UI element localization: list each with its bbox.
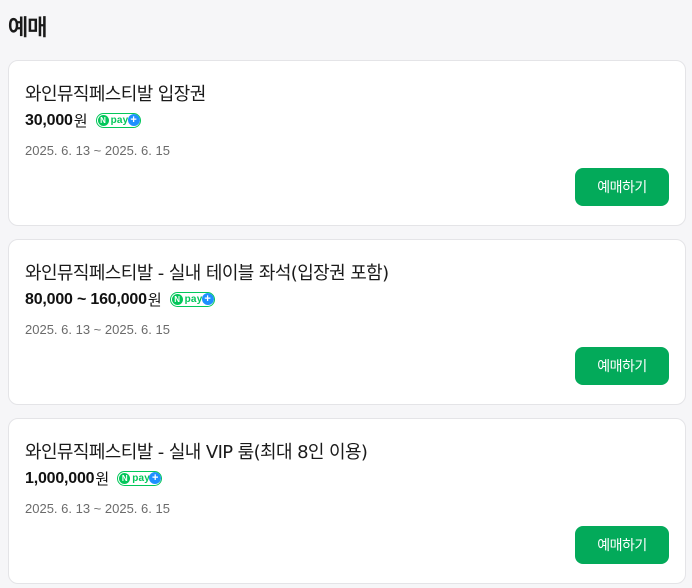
plus-icon: + bbox=[149, 472, 162, 484]
npay-text: pay bbox=[132, 472, 151, 484]
book-button[interactable]: 예매하기 bbox=[575, 168, 669, 206]
npay-plus-badge: N pay + bbox=[117, 471, 163, 486]
ticket-card: 와인뮤직페스티발 입장권 30,000 원 N pay + 2025. 6. 1… bbox=[8, 60, 686, 226]
ticket-dates: 2025. 6. 13 ~ 2025. 6. 15 bbox=[25, 143, 170, 158]
ticket-dates: 2025. 6. 13 ~ 2025. 6. 15 bbox=[25, 322, 170, 337]
currency-label: 원 bbox=[147, 291, 162, 309]
npay-logo-icon: N bbox=[171, 294, 183, 305]
ticket-card: 와인뮤직페스티발 - 실내 테이블 좌석(입장권 포함) 80,000 ~ 16… bbox=[8, 239, 686, 405]
ticket-price: 1,000,000 bbox=[25, 469, 95, 487]
ticket-name: 와인뮤직페스티발 - 실내 테이블 좌석(입장권 포함) bbox=[25, 263, 389, 284]
npay-text: pay bbox=[110, 114, 129, 126]
npay-text: pay bbox=[184, 293, 203, 305]
price-row: 30,000 원 N pay + bbox=[25, 110, 141, 131]
section-title: 예매 bbox=[8, 16, 47, 41]
ticket-card: 와인뮤직페스티발 - 실내 VIP 룸(최대 8인 이용) 1,000,000 … bbox=[8, 418, 686, 584]
ticket-name: 와인뮤직페스티발 입장권 bbox=[25, 84, 206, 105]
plus-icon: + bbox=[201, 293, 214, 305]
book-button[interactable]: 예매하기 bbox=[575, 526, 669, 564]
price-row: 1,000,000 원 N pay + bbox=[25, 468, 163, 489]
currency-label: 원 bbox=[95, 470, 110, 488]
ticket-price: 80,000 ~ 160,000 bbox=[25, 290, 147, 308]
ticket-price: 30,000 bbox=[25, 111, 73, 129]
price-row: 80,000 ~ 160,000 원 N pay + bbox=[25, 289, 215, 310]
npay-plus-badge: N pay + bbox=[95, 113, 141, 128]
npay-plus-badge: N pay + bbox=[169, 292, 215, 307]
npay-logo-icon: N bbox=[119, 473, 131, 484]
book-button[interactable]: 예매하기 bbox=[575, 347, 669, 385]
ticket-name: 와인뮤직페스티발 - 실내 VIP 룸(최대 8인 이용) bbox=[25, 442, 368, 463]
npay-logo-icon: N bbox=[97, 115, 109, 126]
plus-icon: + bbox=[127, 114, 140, 126]
ticket-dates: 2025. 6. 13 ~ 2025. 6. 15 bbox=[25, 501, 170, 516]
currency-label: 원 bbox=[73, 112, 88, 130]
